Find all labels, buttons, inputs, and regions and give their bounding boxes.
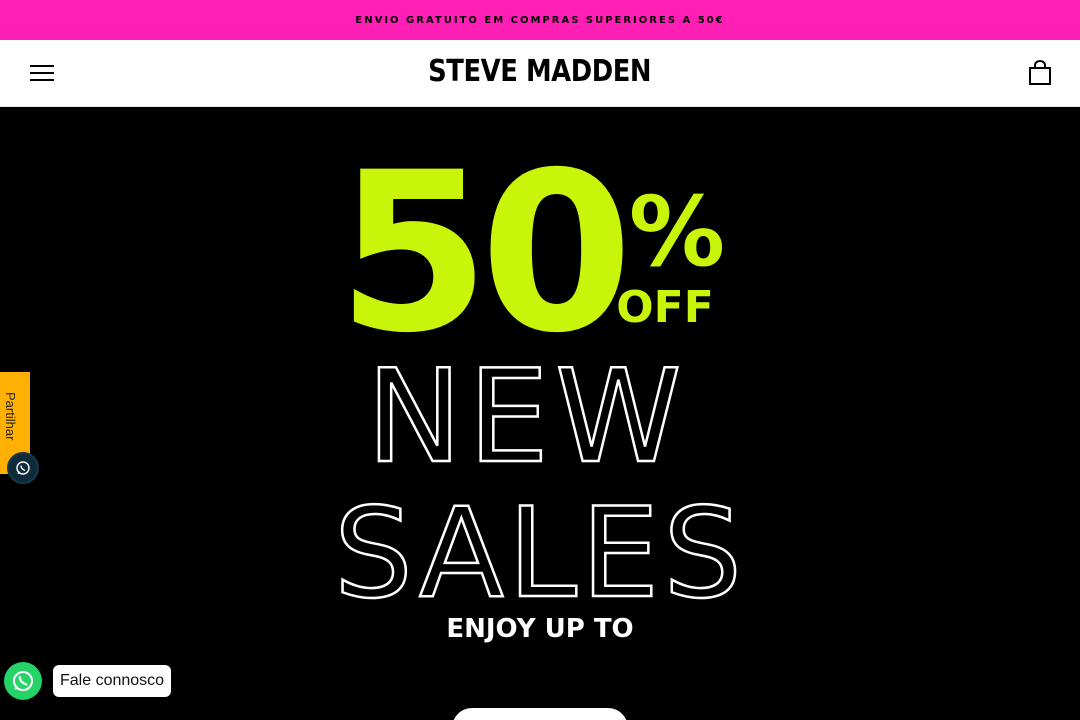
hero-percent-sign: % xyxy=(629,176,725,288)
announcement-text: ENVIO GRATUITO EM COMPRAS SUPERIORES A 5… xyxy=(355,14,725,26)
site-header: STEVE MADDEN xyxy=(0,40,1080,107)
hero-line-new: NEW xyxy=(366,343,687,492)
announcement-bar: ENVIO GRATUITO EM COMPRAS SUPERIORES A 5… xyxy=(0,0,1080,40)
hero-promo-graphic: 50 % OFF NEW SALES ENJOY UP TO xyxy=(333,125,746,644)
hero-subline: ENJOY UP TO xyxy=(446,614,633,644)
whatsapp-chat-icon[interactable] xyxy=(4,662,42,700)
shopping-bag-icon[interactable] xyxy=(1028,60,1052,86)
whatsapp-icon xyxy=(16,461,30,475)
hero-cta-button[interactable] xyxy=(452,708,628,720)
share-tab-label: Partilhar xyxy=(3,392,18,441)
whatsapp-icon xyxy=(13,671,33,691)
hero-banner[interactable]: 50 % OFF NEW SALES ENJOY UP TO xyxy=(0,107,1080,720)
whatsapp-chat-label[interactable]: Fale connosco xyxy=(53,665,172,697)
brand-logo[interactable]: STEVE MADDEN xyxy=(0,54,1080,89)
whatsapp-share-icon[interactable] xyxy=(7,452,39,484)
hero-off-text: OFF xyxy=(616,282,714,333)
hero-line-sales: SALES xyxy=(334,482,746,626)
